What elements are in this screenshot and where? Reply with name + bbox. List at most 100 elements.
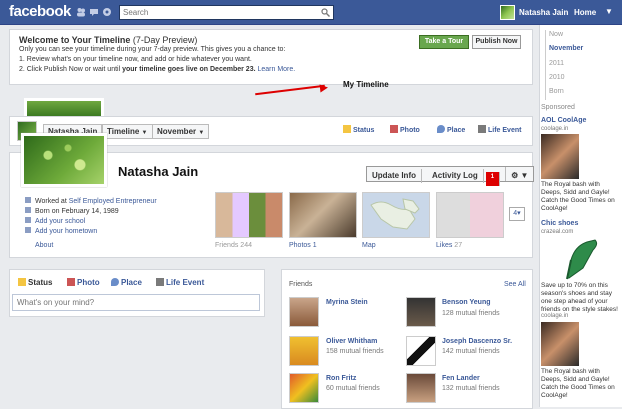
friend-name-link[interactable]: Oliver Whitham	[326, 338, 377, 345]
mutual-friends-count[interactable]: 128 mutual friends	[442, 310, 500, 317]
settings-gear-icon[interactable]: ⚙ ▼	[506, 169, 533, 183]
friend-avatar[interactable]	[289, 297, 319, 327]
composer-tab-status[interactable]: Status	[18, 278, 52, 287]
ad-text[interactable]: The Royal bash with Deeps, Sidd and Gayl…	[541, 181, 619, 213]
publish-now-button[interactable]: Publish Now	[472, 35, 521, 49]
search-icon[interactable]	[321, 8, 330, 19]
profile-name-link[interactable]: Natasha Jain	[519, 8, 568, 17]
ad-title-link[interactable]: AOL CoolAge	[541, 117, 586, 124]
profile-picture[interactable]	[21, 133, 107, 187]
ad-title-link[interactable]: Chic shoes	[541, 220, 578, 227]
likes-caption[interactable]: Likes 27	[436, 242, 462, 249]
sections-pager[interactable]: 4▾	[509, 207, 525, 221]
status-input[interactable]	[12, 294, 260, 311]
likes-thumbnail[interactable]	[436, 192, 504, 238]
ad-text[interactable]: Save up to 70% on this season's shoes an…	[541, 282, 619, 314]
see-all-friends-link[interactable]: See All	[504, 281, 526, 288]
status-action[interactable]: Status	[343, 125, 374, 134]
year-2010[interactable]: 2010	[549, 74, 565, 81]
friend-name-link[interactable]: Joseph Dascenzo Sr.	[442, 338, 512, 345]
ad-image[interactable]	[541, 134, 579, 179]
photos-caption[interactable]: Photos 1	[289, 242, 317, 249]
home-link[interactable]: Home	[574, 8, 596, 17]
work-link[interactable]: Self Employed Entrepreneur	[69, 198, 157, 205]
place-action[interactable]: Place	[437, 125, 465, 134]
ad-host: coolage.in	[541, 126, 569, 132]
year-now[interactable]: Now	[549, 31, 563, 38]
add-hometown-link[interactable]: Add your hometown	[35, 228, 97, 235]
messages-icon[interactable]	[89, 7, 99, 17]
photo-action[interactable]: Photo	[390, 125, 420, 134]
composer-tab-photo[interactable]: Photo	[67, 278, 100, 287]
chevron-down-icon: ▼	[198, 130, 205, 136]
friends-thumbnail[interactable]	[215, 192, 283, 238]
annotation-arrow	[255, 84, 325, 96]
info-birthday: Born on February 14, 1989	[25, 207, 119, 215]
composer-tab-place[interactable]: Place	[111, 278, 142, 287]
banner-line-2: 1. Review what's on your timeline now, a…	[19, 56, 252, 63]
friend-name-link[interactable]: Ron Fritz	[326, 375, 356, 382]
learn-more-link[interactable]: Learn More.	[256, 66, 295, 73]
photo-icon	[390, 125, 398, 133]
profile-name: Natasha Jain	[118, 164, 199, 179]
year-november[interactable]: November	[549, 45, 583, 52]
year-born[interactable]: Born	[549, 88, 564, 95]
friends-caption[interactable]: Friends 244	[215, 242, 252, 249]
add-school-link[interactable]: Add your school	[35, 218, 85, 225]
map-thumbnail[interactable]	[362, 192, 430, 238]
year-2011[interactable]: 2011	[549, 60, 564, 67]
ad-host: coolage.in	[541, 313, 569, 319]
life-event-icon	[478, 125, 486, 133]
banner-line-3: 2. Click Publish Now or wait until your …	[19, 66, 296, 73]
ad-text[interactable]: The Royal bash with Deeps, Sidd and Gayl…	[541, 368, 619, 400]
profile-picture-top	[24, 98, 104, 116]
mutual-friends-count[interactable]: 158 mutual friends	[326, 348, 384, 355]
friend-avatar[interactable]	[289, 336, 319, 366]
notifications-icon[interactable]	[102, 7, 112, 17]
info-hometown: Add your hometown	[25, 227, 97, 235]
friend-avatar[interactable]	[289, 373, 319, 403]
mutual-friends-count[interactable]: 60 mutual friends	[326, 385, 380, 392]
timeline-dropdown[interactable]: Timeline ▼	[102, 124, 153, 139]
account-menu-caret[interactable]: ▼	[605, 7, 613, 16]
friend-avatar[interactable]	[406, 336, 436, 366]
friend-avatar[interactable]	[406, 297, 436, 327]
home-icon	[25, 227, 31, 233]
about-link[interactable]: About	[35, 242, 53, 249]
friend-requests-icon[interactable]	[76, 7, 86, 17]
search-input[interactable]	[120, 6, 315, 19]
activity-log-button[interactable]: Activity Log 1	[422, 167, 507, 186]
status-icon	[18, 278, 26, 286]
school-icon	[25, 217, 31, 223]
photo-icon	[67, 278, 75, 286]
info-work: Worked at Self Employed Entrepreneur	[25, 197, 157, 205]
friend-name-link[interactable]: Benson Yeung	[442, 299, 491, 306]
friend-name-link[interactable]: Fen Lander	[442, 375, 480, 382]
status-icon	[343, 125, 351, 133]
ad-image[interactable]	[541, 322, 579, 366]
month-dropdown[interactable]: November ▼	[152, 124, 210, 139]
take-a-tour-button[interactable]: Take a Tour	[419, 35, 469, 49]
friend-name-link[interactable]: Myrina Stein	[326, 299, 368, 306]
friend-avatar[interactable]	[406, 373, 436, 403]
activity-count-badge: 1	[485, 172, 501, 186]
composer-tab-life-event[interactable]: Life Event	[156, 278, 204, 287]
mutual-friends-count[interactable]: 132 mutual friends	[442, 385, 500, 392]
profile-thumbnail[interactable]	[500, 5, 515, 20]
map-caption[interactable]: Map	[362, 242, 376, 249]
mutual-friends-count[interactable]: 142 mutual friends	[442, 348, 500, 355]
life-event-action[interactable]: Life Event	[478, 125, 521, 134]
shoe-ad-image[interactable]	[561, 238, 601, 280]
place-icon	[111, 278, 119, 286]
place-icon	[437, 125, 445, 133]
friends-panel-title: Friends	[289, 281, 313, 288]
life-event-icon	[156, 278, 164, 286]
photos-thumbnail[interactable]	[289, 192, 357, 238]
year-scrubber-line	[545, 30, 546, 100]
annotation-label: My Timeline	[343, 80, 389, 89]
search-box[interactable]	[119, 5, 334, 20]
facebook-logo[interactable]: facebook	[9, 3, 71, 20]
profile-actions: Update Info Activity Log 1 ⚙ ▼	[366, 166, 535, 186]
update-info-button[interactable]: Update Info	[367, 169, 422, 183]
birthday-icon	[25, 207, 31, 213]
